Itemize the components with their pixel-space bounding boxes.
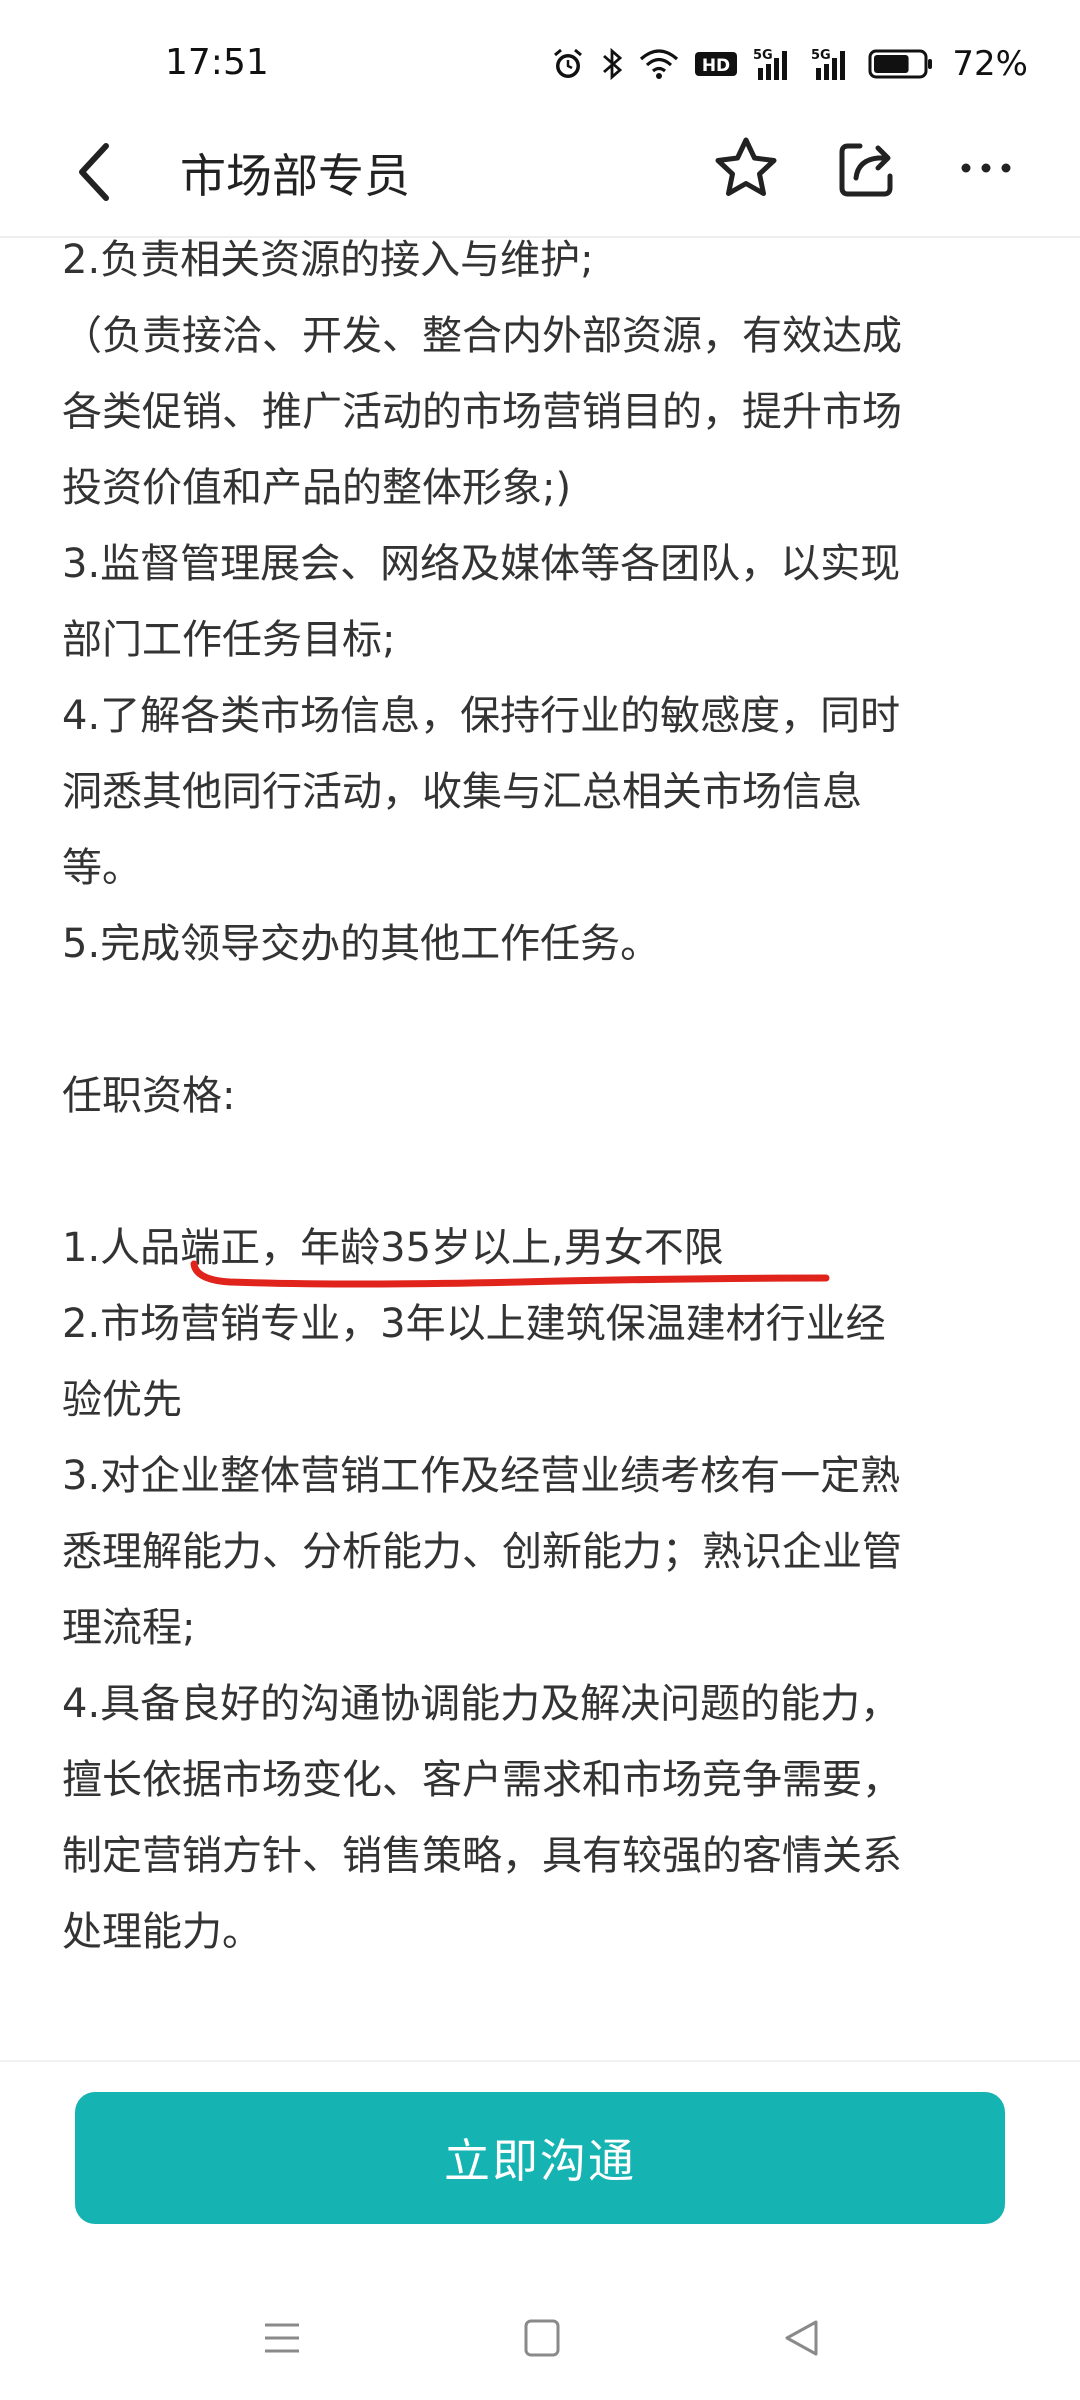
- chat-now-button[interactable]: 立即沟通: [75, 2092, 1005, 2224]
- svg-text:5G: 5G: [811, 48, 831, 63]
- svg-text:HD: HD: [702, 56, 730, 76]
- share-icon[interactable]: [830, 132, 902, 204]
- back-icon[interactable]: [782, 2316, 822, 2360]
- description-line: 3.监督管理展会、网络及媒体等各团队，以实现: [62, 541, 901, 587]
- annotation-stroke: [190, 1260, 830, 1288]
- page-title: 市场部专员: [180, 149, 410, 203]
- requirement-line: 4.具备良好的沟通协调能力及解决问题的能力，: [62, 1681, 901, 1727]
- status-icons: HD 5G 5G 72%: [550, 44, 1028, 84]
- signal-5g-icon: 5G: [753, 48, 788, 80]
- description-line: 5.完成领导交办的其他工作任务。: [62, 921, 661, 967]
- more-icon[interactable]: [950, 132, 1022, 204]
- signal-5g-icon: 5G: [811, 48, 846, 80]
- description-line: 等。: [62, 845, 142, 891]
- bottom-divider: [0, 2060, 1080, 2062]
- description-line: （负责接洽、开发、整合内外部资源，有效达成: [62, 313, 902, 359]
- requirement-line: 处理能力。: [62, 1909, 262, 1955]
- back-arrow-icon[interactable]: [62, 132, 132, 212]
- requirement-line: 制定营销方针、销售策略，具有较强的客情关系: [62, 1833, 902, 1879]
- status-time: 17:51: [165, 42, 269, 83]
- job-description: 2.负责相关资源的接入与维护; （负责接洽、开发、整合内外部资源，有效达成 各类…: [62, 222, 1022, 1970]
- hd-icon: HD: [695, 52, 738, 76]
- description-line: 各类促销、推广活动的市场营销目的，提升市场: [62, 389, 902, 435]
- bluetooth-icon: [603, 47, 623, 81]
- section-heading: 任职资格:: [62, 1073, 236, 1119]
- requirement-line: 3.对企业整体营销工作及经营业绩考核有一定熟: [62, 1453, 901, 1499]
- requirement-line: 悉理解能力、分析能力、创新能力；熟识企业管: [62, 1529, 902, 1575]
- system-nav-bar: [0, 2300, 1080, 2380]
- battery-icon: [868, 49, 933, 79]
- top-nav-bar: 市场部专员: [0, 110, 1080, 230]
- description-line: 4.了解各类市场信息，保持行业的敏感度，同时: [62, 693, 901, 739]
- description-line: 2.负责相关资源的接入与维护;: [62, 237, 594, 283]
- svg-text:5G: 5G: [753, 48, 773, 63]
- requirement-line: 理流程;: [62, 1605, 196, 1651]
- wifi-icon: [640, 49, 679, 79]
- battery-fill: [874, 55, 909, 73]
- star-icon[interactable]: [710, 132, 782, 204]
- nav-divider: [0, 236, 1080, 238]
- description-line: 部门工作任务目标;: [62, 617, 396, 663]
- alarm-icon: [554, 48, 583, 78]
- red-underline-annotation: [190, 1260, 830, 1288]
- home-icon[interactable]: [522, 2316, 562, 2360]
- description-line: 投资价值和产品的整体形象;): [62, 465, 572, 511]
- description-line: 洞悉其他同行活动，收集与汇总相关市场信息: [62, 769, 862, 815]
- battery-percent: 72%: [952, 44, 1028, 84]
- menu-icon[interactable]: [262, 2318, 302, 2358]
- requirement-line: 验优先: [62, 1377, 182, 1423]
- requirement-line: 擅长依据市场变化、客户需求和市场竞争需要，: [62, 1757, 902, 1803]
